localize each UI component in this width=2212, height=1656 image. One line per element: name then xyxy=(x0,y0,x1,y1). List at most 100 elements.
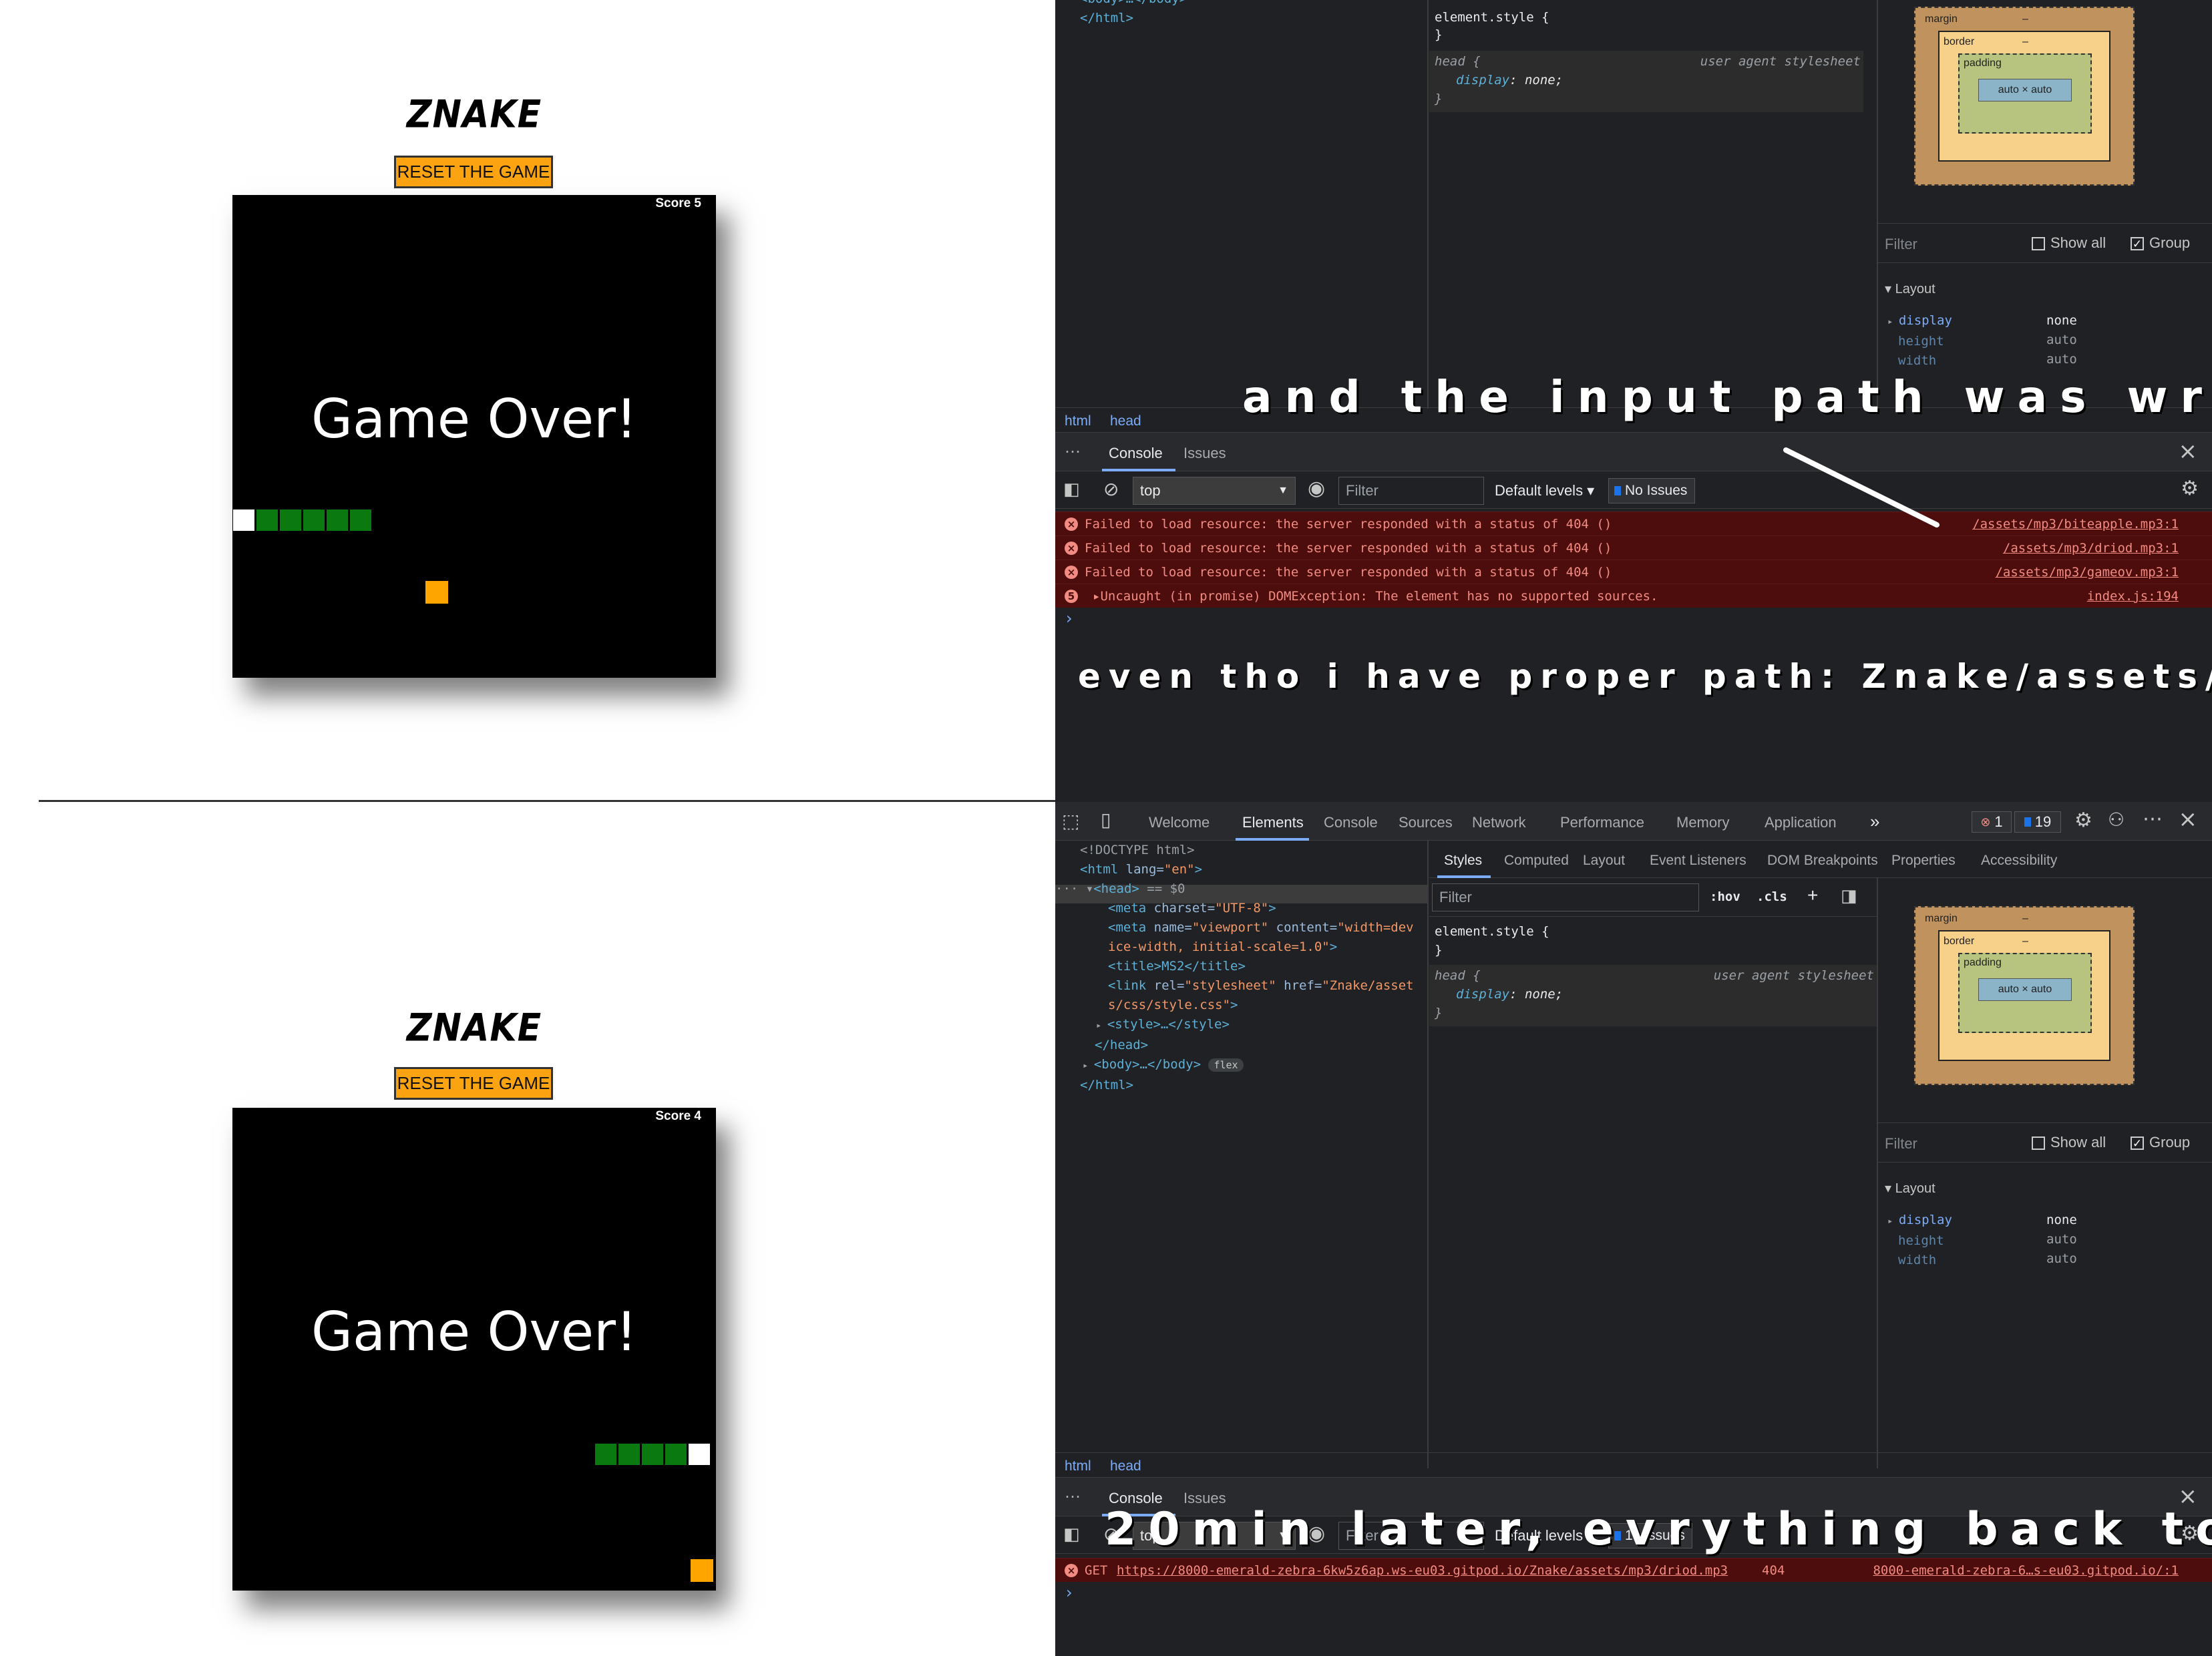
snake-head xyxy=(688,1443,711,1466)
more-tabs-button[interactable]: » xyxy=(1870,811,1879,832)
console-prompt[interactable]: › xyxy=(1066,609,1073,628)
snake-segment xyxy=(256,509,279,532)
hov-toggle[interactable]: :hov xyxy=(1710,887,1740,907)
tab-network[interactable]: Network xyxy=(1472,814,1526,831)
dom-line[interactable]: <body>…</body> xyxy=(1080,0,1187,6)
tab-elements[interactable]: Elements xyxy=(1242,814,1304,831)
tab-welcome[interactable]: Welcome xyxy=(1149,814,1210,831)
snake-segment xyxy=(279,509,302,532)
reset-game-button[interactable]: RESET THE GAME xyxy=(394,156,553,188)
computed-pane: margin – border – padding auto × auto Fi… xyxy=(1878,0,2212,409)
computed-prop-name[interactable]: display xyxy=(1899,313,1952,328)
subtab-styles[interactable]: Styles xyxy=(1444,853,1482,869)
subtab-event-listeners[interactable]: Event Listeners xyxy=(1650,853,1746,869)
flex-badge[interactable]: flex xyxy=(1208,1058,1244,1072)
error-icon: × xyxy=(1065,1564,1078,1577)
border-label: border xyxy=(1944,936,1975,947)
dom-line[interactable]: </html> xyxy=(1080,1076,1414,1095)
dom-line[interactable]: <html lang="en"> xyxy=(1080,860,1414,879)
computed-prop-name[interactable]: width xyxy=(1898,353,1936,368)
breadcrumb-html[interactable]: html xyxy=(1065,413,1091,429)
context-select[interactable]: top ▼ xyxy=(1133,477,1296,505)
close-icon[interactable]: × xyxy=(2179,806,2198,833)
drawer-menu-icon[interactable]: ⋯ xyxy=(1065,442,1081,461)
group-checkbox[interactable]: ✓ Group xyxy=(2131,1134,2190,1151)
subtab-properties[interactable]: Properties xyxy=(1891,853,1956,869)
error-source-link[interactable]: index.js:194 xyxy=(2087,589,2179,604)
snake-segment xyxy=(618,1443,640,1466)
request-url-link[interactable]: https://8000-emerald-zebra-6kw5z6ap.ws-e… xyxy=(1117,1563,1728,1578)
computed-prop-value: auto xyxy=(2046,333,2077,347)
computed-prop-name[interactable]: height xyxy=(1898,334,1944,349)
dom-line-selected[interactable]: ··· ▾<head> == $0 xyxy=(1055,879,1414,899)
drawer-tab-issues[interactable]: Issues xyxy=(1183,445,1226,462)
dom-line[interactable]: <title>MS2</title> xyxy=(1080,957,1414,976)
console-filter-input[interactable]: Filter xyxy=(1338,477,1484,505)
clear-console-icon[interactable]: ⊘ xyxy=(1103,478,1119,500)
subtab-layout[interactable]: Layout xyxy=(1583,853,1625,869)
dom-line[interactable]: s/css/style.css"> xyxy=(1080,996,1414,1015)
log-levels-dropdown[interactable]: Default levels ▾ xyxy=(1495,482,1594,499)
tab-performance[interactable]: Performance xyxy=(1560,814,1644,831)
console-prompt[interactable]: › xyxy=(1066,1583,1073,1602)
sidebar-toggle-icon[interactable]: ◧ xyxy=(1063,479,1080,499)
computed-prop-name[interactable]: display xyxy=(1899,1213,1952,1227)
tab-sources[interactable]: Sources xyxy=(1399,814,1453,831)
breadcrumb-html[interactable]: html xyxy=(1065,1458,1091,1474)
breadcrumb-head[interactable]: head xyxy=(1110,413,1141,429)
styles-filter-input[interactable]: Filter xyxy=(1432,883,1699,911)
close-icon[interactable]: × xyxy=(2179,438,2198,465)
show-all-checkbox[interactable]: Show all xyxy=(2032,234,2106,252)
reset-game-button[interactable]: RESET THE GAME xyxy=(394,1067,553,1100)
dom-line[interactable]: </html> xyxy=(1080,11,1133,25)
eye-icon[interactable]: ◉ xyxy=(1308,477,1325,500)
new-rule-button[interactable]: + xyxy=(1807,885,1818,906)
breadcrumb-head[interactable]: head xyxy=(1110,1458,1141,1474)
dom-line[interactable]: <meta charset="UTF-8"> xyxy=(1080,899,1414,918)
dom-line[interactable]: ice-width, initial-scale=1.0"> xyxy=(1080,938,1414,957)
show-all-checkbox[interactable]: Show all xyxy=(2032,1134,2106,1151)
computed-filter-input[interactable]: Filter xyxy=(1885,236,1917,253)
issues-button[interactable]: No Issues xyxy=(1608,478,1695,503)
issue-counter[interactable]: 19 xyxy=(2014,811,2061,833)
computed-prop-name[interactable]: height xyxy=(1898,1233,1944,1248)
subtab-computed[interactable]: Computed xyxy=(1504,853,1569,869)
dom-line[interactable]: <meta name="viewport" content="width=dev xyxy=(1080,918,1414,938)
error-source-link[interactable]: /assets/mp3/driod.mp3:1 xyxy=(2003,541,2179,556)
dom-line[interactable]: </head> xyxy=(1080,1036,1414,1055)
settings-gear-icon[interactable]: ⚙ xyxy=(2181,477,2199,500)
dom-line[interactable]: <link rel="stylesheet" href="Znake/asset xyxy=(1080,976,1414,996)
connect-icon[interactable]: ⚇ xyxy=(2108,809,2125,831)
more-options-icon[interactable]: ⋯ xyxy=(2143,807,2163,831)
error-source-link[interactable]: /assets/mp3/biteapple.mp3:1 xyxy=(1972,517,2179,532)
computed-filter-input[interactable]: Filter xyxy=(1885,1135,1917,1153)
inspect-element-icon[interactable]: ⬚ xyxy=(1062,810,1079,832)
dom-line[interactable]: ▸ <body>…</body> flex xyxy=(1080,1055,1414,1076)
error-source-link[interactable]: 8000-emerald-zebra-6…s-eu03.gitpod.io/:1 xyxy=(1873,1563,2179,1578)
error-message: Failed to load resource: the server resp… xyxy=(1085,516,1612,532)
subtab-accessibility[interactable]: Accessibility xyxy=(1981,853,2057,869)
layout-section-toggle[interactable]: ▾ Layout xyxy=(1885,1180,1936,1197)
cls-toggle[interactable]: .cls xyxy=(1757,887,1787,907)
subtab-dom-breakpoints[interactable]: DOM Breakpoints xyxy=(1767,853,1878,869)
error-source-link[interactable]: /assets/mp3/gameov.mp3:1 xyxy=(1995,565,2179,580)
dom-line[interactable]: <!DOCTYPE html> xyxy=(1080,843,1195,857)
device-toolbar-icon[interactable]: ▯ xyxy=(1101,809,1111,831)
group-checkbox[interactable]: ✓ Group xyxy=(2131,234,2190,252)
error-message[interactable]: ▸Uncaught (in promise) DOMException: The… xyxy=(1093,589,1658,604)
sidebar-toggle-icon[interactable]: ◧ xyxy=(1063,1524,1080,1544)
tab-memory[interactable]: Memory xyxy=(1676,814,1729,831)
tab-console[interactable]: Console xyxy=(1324,814,1378,831)
settings-gear-icon[interactable]: ⚙ xyxy=(2074,809,2092,832)
error-counter[interactable]: ⊗ 1 xyxy=(1972,811,2012,833)
console-messages: × Failed to load resource: the server re… xyxy=(1055,511,2212,628)
toggle-sidebar-icon[interactable]: ◨ xyxy=(1841,886,1857,906)
dom-line[interactable]: ▸ <style>…</style> xyxy=(1080,1015,1414,1036)
layout-section-toggle[interactable]: ▾ Layout xyxy=(1885,280,1936,297)
computed-prop-name[interactable]: width xyxy=(1898,1253,1936,1267)
rule-prop: display xyxy=(1456,987,1510,1002)
tab-application[interactable]: Application xyxy=(1765,814,1837,831)
drawer-menu-icon[interactable]: ⋯ xyxy=(1065,1487,1081,1506)
drawer-tab-console[interactable]: Console xyxy=(1109,445,1163,462)
show-all-label: Show all xyxy=(2050,1134,2106,1151)
